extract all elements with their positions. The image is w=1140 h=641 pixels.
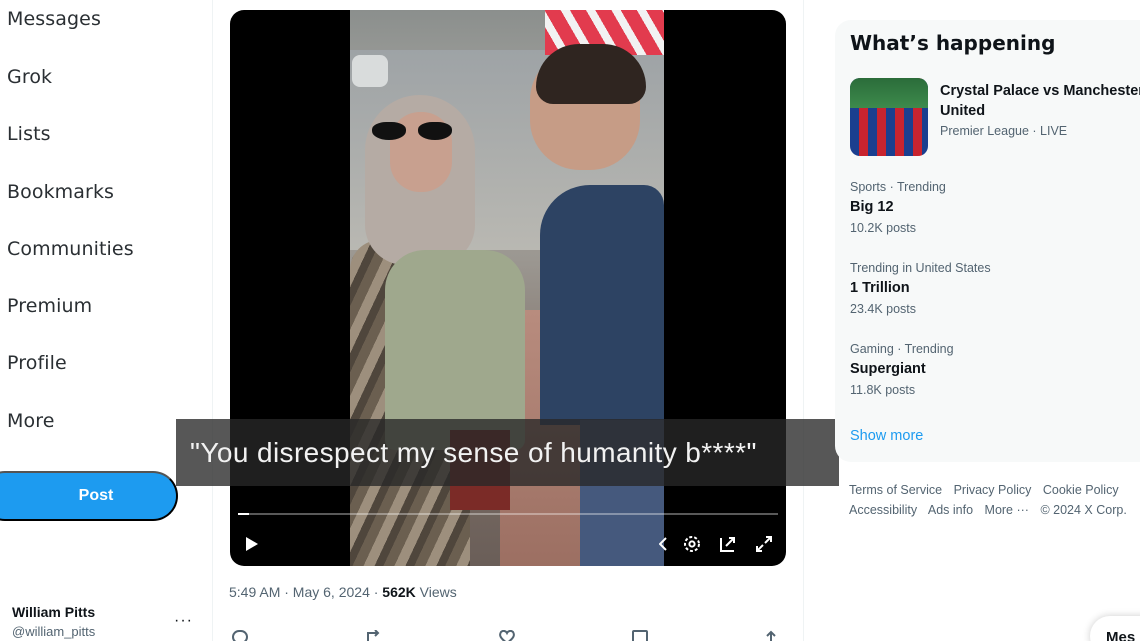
footer-link-more[interactable]: More ··· [985,503,1029,517]
panel-title: What’s happening [850,31,1056,55]
trend-context: Trending in United States [850,261,991,275]
views-label: Views [415,584,457,600]
video-progress-bar[interactable] [238,513,778,515]
trend-item[interactable]: Trending in United States 1 Trillion 23.… [850,261,1140,316]
footer-link-ads-info[interactable]: Ads info [928,503,973,517]
trend-name: 1 Trillion [850,280,910,296]
divider [803,0,804,641]
heart-icon[interactable] [498,630,516,641]
trend-name: Big 12 [850,199,894,215]
nav-item-premium[interactable]: Premium [7,295,92,317]
nav-item-communities[interactable]: Communities [7,238,134,260]
trend-context: Gaming · Trending [850,342,954,356]
featured-thumbnail[interactable] [850,78,928,156]
share-icon[interactable] [764,630,778,641]
reply-icon[interactable] [232,630,248,641]
trend-name: Supergiant [850,361,926,377]
footer-copyright: © 2024 X Corp. [1040,503,1127,517]
post-button[interactable]: Post [0,471,178,521]
featured-title[interactable]: Crystal Palace vs Manchester United [940,81,1140,121]
featured-title-line1: Crystal Palace vs Manchester [940,83,1140,99]
views-icon[interactable] [632,630,648,641]
views-count: 562K [382,584,416,600]
account-handle: @william_pitts [12,624,96,639]
left-sidebar: Messages Grok Lists Bookmarks Communitie… [0,0,212,641]
whats-happening-panel: What’s happening Crystal Palace vs Manch… [835,20,1140,462]
gear-icon[interactable] [682,534,702,554]
fullscreen-icon[interactable] [754,534,774,554]
show-more-link[interactable]: Show more [850,428,923,444]
sidebar-footer: Terms of Service Privacy Policy Cookie P… [849,480,1140,520]
featured-subtitle: Premier League · LIVE [940,124,1068,138]
messages-drawer-button[interactable]: Mes [1090,616,1140,641]
footer-link-privacy[interactable]: Privacy Policy [954,483,1032,497]
more-options-icon[interactable]: ··· [174,612,193,630]
caption-overlay: "You disrespect my sense of humanity b**… [176,419,839,486]
nav-item-messages[interactable]: Messages [7,8,101,30]
trend-item[interactable]: Sports · Trending Big 12 10.2K posts [850,180,1140,235]
chevron-left-icon[interactable] [658,536,668,552]
trend-count: 10.2K posts [850,221,917,235]
popout-icon[interactable] [718,534,738,554]
account-name: William Pitts [12,604,96,620]
trend-context: Sports · Trending [850,180,946,194]
featured-title-line2: United [940,103,986,119]
nav-item-profile[interactable]: Profile [7,352,67,374]
footer-link-terms[interactable]: Terms of Service [849,483,942,497]
video-progress-fill [238,513,249,515]
divider [212,0,213,641]
footer-link-accessibility[interactable]: Accessibility [849,503,917,517]
account-switcher[interactable]: William Pitts @william_pitts [12,604,95,639]
tweet-actions [232,630,782,641]
nav-item-more[interactable]: More [7,410,55,432]
tweet-time[interactable]: 5:49 AM · May 6, 2024 · [229,584,382,600]
nav-item-bookmarks[interactable]: Bookmarks [7,181,114,203]
trend-count: 23.4K posts [850,302,917,316]
retweet-icon[interactable] [364,630,384,641]
nav-item-lists[interactable]: Lists [7,123,51,145]
tweet-timestamp-views: 5:49 AM · May 6, 2024 · 562K Views [229,584,457,600]
play-icon[interactable] [244,536,260,552]
nav-item-grok[interactable]: Grok [7,66,52,88]
footer-link-cookie[interactable]: Cookie Policy [1043,483,1119,497]
trend-item[interactable]: Gaming · Trending Supergiant 11.8K posts [850,342,1140,397]
trend-count: 11.8K posts [850,383,916,397]
